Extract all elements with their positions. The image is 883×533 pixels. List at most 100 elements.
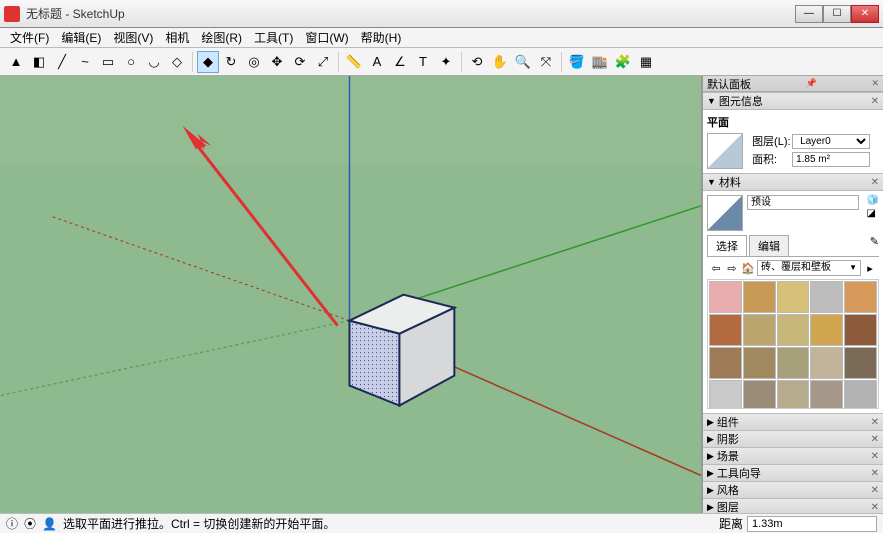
material-name-field[interactable]: 预设 <box>747 195 859 210</box>
panel-close-icon[interactable]: ✕ <box>871 451 879 462</box>
materials-tab-select[interactable]: 选择 <box>707 235 747 256</box>
material-swatch[interactable] <box>709 347 742 379</box>
collapsed-panel[interactable]: ▶组件✕ <box>703 413 883 430</box>
menu-view[interactable]: 视图(V) <box>107 27 159 48</box>
material-swatch[interactable] <box>844 314 877 346</box>
select-tool[interactable]: ▲ <box>6 52 26 72</box>
3d-warehouse-tool[interactable]: 🏬 <box>590 52 610 72</box>
paint-bucket-tool[interactable]: 🪣 <box>567 52 587 72</box>
material-swatch[interactable] <box>810 380 843 409</box>
material-swatch[interactable] <box>709 281 742 313</box>
dimension-tool[interactable]: A <box>367 52 387 72</box>
tray-header[interactable]: 默认面板 📌 ✕ <box>703 76 883 92</box>
eyedropper-icon[interactable]: ✎ <box>870 235 879 256</box>
forward-icon[interactable]: ⇨ <box>725 261 739 275</box>
layer-label: 图层(L): <box>752 133 792 149</box>
credit-icon[interactable]: 👤 <box>42 517 57 531</box>
panel-materials-header[interactable]: ▼ 材料 ✕ <box>703 173 883 191</box>
material-swatch[interactable] <box>777 314 810 346</box>
entity-thumbnail <box>707 133 743 169</box>
material-swatch[interactable] <box>777 380 810 409</box>
menu-file[interactable]: 文件(F) <box>4 27 55 48</box>
orbit-tool[interactable]: ⟲ <box>467 52 487 72</box>
collapsed-panel[interactable]: ▶图层✕ <box>703 498 883 513</box>
tape-measure-tool[interactable]: 📏 <box>344 52 364 72</box>
material-swatch[interactable] <box>743 281 776 313</box>
material-category-select[interactable]: 砖、覆层和壁板 <box>757 260 861 276</box>
material-swatch[interactable] <box>844 281 877 313</box>
viewport-3d[interactable] <box>0 76 702 513</box>
eraser-tool[interactable]: ◧ <box>29 52 49 72</box>
menu-window[interactable]: 窗口(W) <box>299 27 354 48</box>
material-swatch[interactable] <box>844 380 877 409</box>
material-swatch[interactable] <box>777 281 810 313</box>
panel-entity-info-header[interactable]: ▼ 图元信息 ✕ <box>703 92 883 110</box>
material-swatch[interactable] <box>777 347 810 379</box>
extension-warehouse-tool[interactable]: 🧩 <box>613 52 633 72</box>
scale-tool[interactable]: ⤢ <box>313 52 333 72</box>
material-swatch[interactable] <box>743 347 776 379</box>
material-swatch[interactable] <box>810 281 843 313</box>
scene-canvas <box>0 76 701 512</box>
details-menu-icon[interactable]: ▸ <box>863 261 877 275</box>
expand-arrow-icon: ▶ <box>707 451 714 462</box>
help-icon[interactable]: ⓘ <box>6 515 18 532</box>
menu-tools[interactable]: 工具(T) <box>248 27 299 48</box>
rectangle-tool[interactable]: ▭ <box>98 52 118 72</box>
material-swatch[interactable] <box>810 347 843 379</box>
menu-draw[interactable]: 绘图(R) <box>195 27 248 48</box>
arc-tool[interactable]: ◡ <box>144 52 164 72</box>
pan-tool[interactable]: ✋ <box>490 52 510 72</box>
panel-close-icon[interactable]: ✕ <box>871 485 879 496</box>
freehand-tool[interactable]: ~ <box>75 52 95 72</box>
menu-help[interactable]: 帮助(H) <box>355 27 408 48</box>
close-button[interactable]: ✕ <box>851 5 879 23</box>
follow-me-tool[interactable]: ↻ <box>221 52 241 72</box>
push-pull-tool[interactable]: ◆ <box>198 52 218 72</box>
menu-camera[interactable]: 相机 <box>159 27 195 48</box>
menu-edit[interactable]: 编辑(E) <box>55 27 107 48</box>
default-material-icon[interactable]: ◪ <box>867 208 879 219</box>
collapsed-panel[interactable]: ▶工具向导✕ <box>703 464 883 481</box>
material-swatch[interactable] <box>709 380 742 409</box>
panel-close-icon[interactable]: ✕ <box>871 417 879 428</box>
axes-tool[interactable]: ✦ <box>436 52 456 72</box>
polygon-tool[interactable]: ◇ <box>167 52 187 72</box>
tray-title: 默认面板 <box>707 76 751 92</box>
material-swatch[interactable] <box>743 314 776 346</box>
material-swatch[interactable] <box>810 314 843 346</box>
material-swatch[interactable] <box>709 314 742 346</box>
rotate-tool[interactable]: ⟳ <box>290 52 310 72</box>
move-tool[interactable]: ✥ <box>267 52 287 72</box>
panel-entity-info-close[interactable]: ✕ <box>871 96 879 107</box>
tray-pin-icon[interactable]: 📌 <box>806 78 817 89</box>
line-tool[interactable]: ╱ <box>52 52 72 72</box>
offset-tool[interactable]: ◎ <box>244 52 264 72</box>
materials-tab-edit[interactable]: 编辑 <box>749 235 789 256</box>
collapsed-panel[interactable]: ▶风格✕ <box>703 481 883 498</box>
collapsed-panel[interactable]: ▶阴影✕ <box>703 430 883 447</box>
zoom-extents-tool[interactable]: ⤧ <box>536 52 556 72</box>
protractor-tool[interactable]: ∠ <box>390 52 410 72</box>
panel-materials-close[interactable]: ✕ <box>871 177 879 188</box>
zoom-tool[interactable]: 🔍 <box>513 52 533 72</box>
create-material-icon[interactable]: 🧊 <box>867 195 879 206</box>
panel-close-icon[interactable]: ✕ <box>871 468 879 479</box>
material-swatch[interactable] <box>844 347 877 379</box>
material-swatch[interactable] <box>743 380 776 409</box>
text-tool[interactable]: T <box>413 52 433 72</box>
tray-close-icon[interactable]: ✕ <box>871 78 879 89</box>
panel-close-icon[interactable]: ✕ <box>871 434 879 445</box>
geo-icon[interactable]: ⦿ <box>24 515 36 532</box>
back-icon[interactable]: ⇦ <box>709 261 723 275</box>
minimize-button[interactable]: — <box>795 5 823 23</box>
maximize-button[interactable]: ☐ <box>823 5 851 23</box>
panel-materials-title: 材料 <box>719 174 741 190</box>
panel-close-icon[interactable]: ✕ <box>871 502 879 513</box>
home-icon[interactable]: 🏠 <box>741 261 755 275</box>
circle-tool[interactable]: ○ <box>121 52 141 72</box>
collapsed-panel[interactable]: ▶场景✕ <box>703 447 883 464</box>
layers-tool[interactable]: ▦ <box>636 52 656 72</box>
measurements-input[interactable]: 1.33m <box>747 516 877 532</box>
layer-select[interactable]: Layer0 <box>792 134 870 149</box>
